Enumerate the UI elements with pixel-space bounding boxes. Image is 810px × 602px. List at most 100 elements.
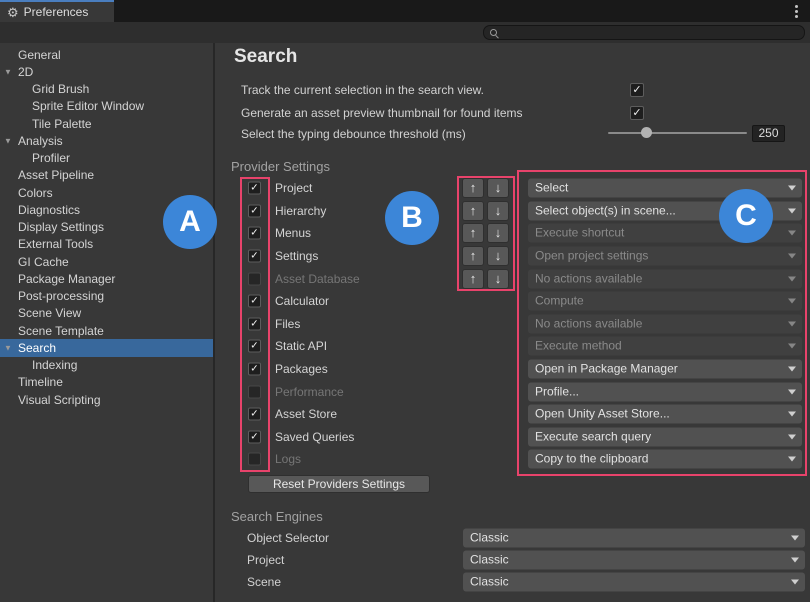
default-action-dropdown[interactable]: Open in Package Manager [528,360,802,379]
chevron-down-icon[interactable]: ▼ [4,67,12,76]
engine-dropdown[interactable]: Classic [463,573,805,592]
sidebar-item-package-manager[interactable]: Package Manager [0,270,213,287]
default-action-dropdown[interactable]: Open project settings [528,247,802,266]
move-down-button[interactable]: ↓ [487,269,509,289]
sidebar-item-label: Grid Brush [0,82,89,96]
sidebar-item-general[interactable]: General [0,46,213,63]
slider-handle[interactable] [641,127,652,138]
option-label: Generate an asset preview thumbnail for … [241,106,522,120]
option-checkbox[interactable]: ✓ [630,83,644,97]
chevron-down-icon [788,434,796,439]
default-action-dropdown[interactable]: Profile... [528,382,802,401]
sidebar-item-analysis[interactable]: ▼Analysis [0,132,213,149]
provider-checkbox-asset-store[interactable]: ✓ [248,408,261,421]
provider-checkbox-files[interactable]: ✓ [248,317,261,330]
check-icon: ✓ [249,183,260,194]
provider-checkbox-saved-queries[interactable]: ✓ [248,430,261,443]
chevron-down-icon [788,299,796,304]
check-icon: ✓ [249,296,260,307]
sidebar-item-label: Package Manager [0,272,115,286]
provider-row-static-api: ✓Static APIExecute method [215,335,810,358]
option-checkbox[interactable]: ✓ [630,106,644,120]
provider-checkbox-calculator[interactable]: ✓ [248,295,261,308]
move-down-button[interactable]: ↓ [487,246,509,266]
default-action-dropdown[interactable]: No actions available [528,269,802,288]
sidebar-item-indexing[interactable]: Indexing [0,357,213,374]
chevron-down-icon [788,276,796,281]
move-down-button[interactable]: ↓ [487,223,509,243]
provider-checkbox-settings[interactable]: ✓ [248,250,261,263]
sidebar-item-post-processing[interactable]: Post-processing [0,288,213,305]
sidebar-item-grid-brush[interactable]: Grid Brush [0,81,213,98]
provider-label: Logs [275,452,301,466]
sidebar-item-scene-template[interactable]: Scene Template [0,322,213,339]
move-up-button[interactable]: ↑ [462,223,484,243]
provider-label: Packages [275,362,328,376]
sidebar-item-label: Tile Palette [0,117,92,131]
sidebar-item-label: Indexing [0,358,77,372]
provider-row-packages: ✓ Packages Open in Package Manager [215,358,810,381]
sidebar-item-gi-cache[interactable]: GI Cache [0,253,213,270]
default-action-dropdown[interactable]: Execute method [528,337,802,356]
engine-label: Scene [247,575,281,589]
check-icon: ✓ [249,318,260,329]
provider-checkbox-project[interactable]: ✓ [248,182,261,195]
sidebar-item-timeline[interactable]: Timeline [0,374,213,391]
chevron-down-icon [788,186,796,191]
default-action-dropdown[interactable]: Copy to the clipboard [528,450,802,469]
default-action-dropdown[interactable]: No actions available [528,314,802,333]
sidebar-item-tile-palette[interactable]: Tile Palette [0,115,213,132]
engine-dropdown[interactable]: Classic [463,551,805,570]
sidebar-item-label: Timeline [0,375,63,389]
engine-dropdown[interactable]: Classic [463,529,805,548]
engine-row-project: ProjectClassic [215,549,810,571]
move-up-button[interactable]: ↑ [462,178,484,198]
chevron-down-icon[interactable]: ▼ [4,136,12,145]
sidebar-item-scene-view[interactable]: Scene View [0,305,213,322]
move-up-button[interactable]: ↑ [462,269,484,289]
debounce-slider[interactable] [608,132,747,134]
provider-checkbox-static-api[interactable]: ✓ [248,340,261,353]
sidebar-item-sprite-editor-window[interactable]: Sprite Editor Window [0,98,213,115]
provider-row-asset-store: ✓ Asset Store Open Unity Asset Store... [215,403,810,426]
provider-row-asset-database: Asset Database↑↓No actions available [215,267,810,290]
sidebar-item-label: Display Settings [0,220,104,234]
move-down-button[interactable]: ↓ [487,178,509,198]
option-row: Generate an asset preview thumbnail for … [215,102,810,125]
check-icon: ✓ [249,409,260,420]
debounce-value-field[interactable]: 250 [752,125,785,142]
search-input[interactable] [483,25,805,40]
default-action-dropdown[interactable]: Open Unity Asset Store... [528,405,802,424]
sidebar-item-profiler[interactable]: Profiler [0,150,213,167]
sidebar-item-label: Scene View [0,306,81,320]
sidebar-item-visual-scripting[interactable]: Visual Scripting [0,391,213,408]
provider-label: Project [275,181,312,195]
chevron-down-icon[interactable]: ▼ [4,343,12,352]
reset-providers-button[interactable]: Reset Providers Settings [248,475,430,493]
kebab-menu-icon[interactable] [789,4,803,19]
provider-checkbox-hierarchy[interactable]: ✓ [248,204,261,217]
provider-checkbox-menus[interactable]: ✓ [248,227,261,240]
sidebar-item-search[interactable]: ▼Search [0,339,213,356]
move-up-button[interactable]: ↑ [462,201,484,221]
check-icon: ✓ [249,228,260,239]
sidebar-item-2d[interactable]: ▼2D [0,63,213,80]
provider-label: Asset Store [275,407,337,421]
provider-checkbox-logs[interactable] [248,453,261,466]
sidebar-item-asset-pipeline[interactable]: Asset Pipeline [0,167,213,184]
provider-checkbox-packages[interactable]: ✓ [248,363,261,376]
check-icon: ✓ [249,341,260,352]
check-icon: ✓ [249,364,260,375]
annotation-badge-b: B [385,191,439,245]
default-action-dropdown[interactable]: Compute [528,292,802,311]
move-up-button[interactable]: ↑ [462,246,484,266]
provider-checkbox-asset-database[interactable] [248,272,261,285]
chevron-down-icon [788,321,796,326]
move-down-button[interactable]: ↓ [487,201,509,221]
sidebar-item-label: General [0,48,61,62]
provider-checkbox-performance[interactable] [248,385,261,398]
preferences-tab[interactable]: ⚙ Preferences [0,0,114,22]
general-options: Track the current selection in the searc… [215,79,810,124]
default-action-dropdown[interactable]: Execute search query [528,427,802,446]
provider-row-settings: ✓Settings↑↓Open project settings [215,245,810,268]
